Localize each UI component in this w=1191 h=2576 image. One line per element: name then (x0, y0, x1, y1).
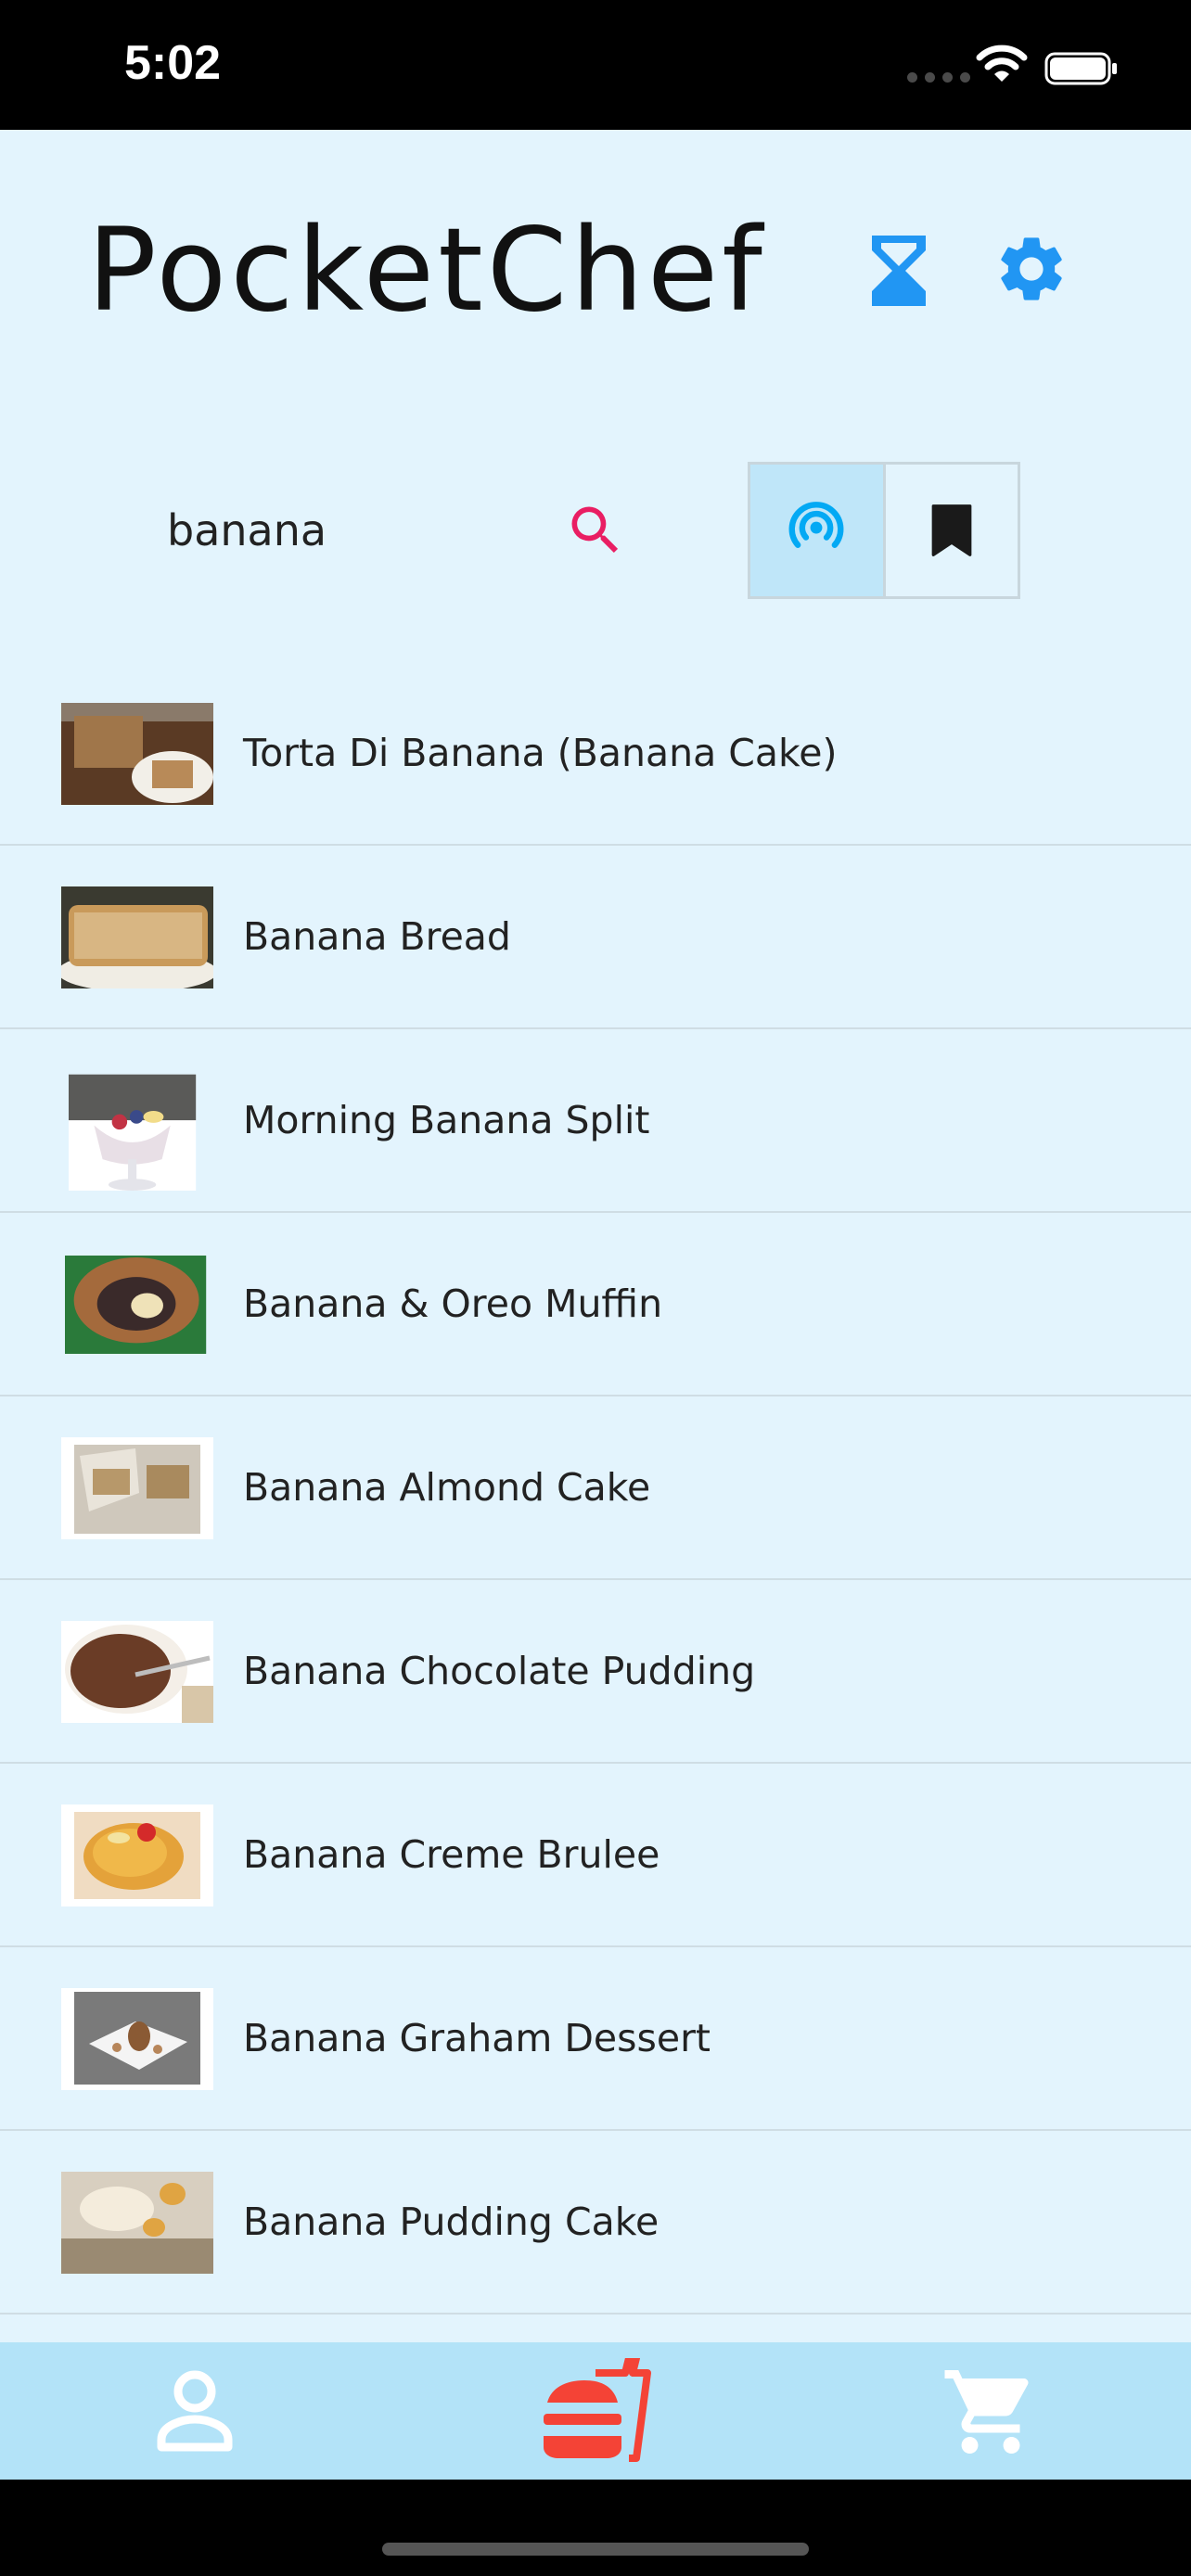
list-item[interactable]: Banana Almond Cake (0, 1396, 1191, 1580)
list-item[interactable]: Banana Graham Dessert (0, 1947, 1191, 2131)
recipe-name: Torta Di Banana (Banana Cake) (243, 731, 838, 775)
gear-icon[interactable] (992, 230, 1070, 308)
bottom-navigation-bar (0, 2342, 1191, 2480)
recipe-name: Morning Banana Split (243, 1098, 650, 1142)
person-icon (157, 2370, 233, 2452)
bookmark-icon (931, 504, 972, 556)
recipe-name: Banana Pudding Cake (243, 2200, 660, 2244)
home-indicator-area (0, 2480, 1191, 2576)
cellular-signal-icon (907, 72, 970, 83)
list-item[interactable]: Banana Pudding Cake (0, 2131, 1191, 2315)
battery-icon (1044, 52, 1117, 85)
recipe-thumbnail (61, 1988, 213, 2090)
recipe-thumbnail (61, 886, 213, 988)
recipe-thumbnail (61, 1437, 213, 1539)
list-item[interactable]: Torta Di Banana (Banana Cake) (0, 662, 1191, 846)
list-item[interactable]: Banana Chocolate Pudding (0, 1580, 1191, 1764)
source-toggle-group (748, 462, 1020, 599)
list-item[interactable]: Banana Creme Brulee (0, 1764, 1191, 1947)
recipe-name: Banana Graham Dessert (243, 2016, 711, 2060)
recipe-name: Banana Creme Brulee (243, 1832, 660, 1877)
nav-cart[interactable] (926, 2361, 1056, 2463)
fastfood-icon (544, 2358, 651, 2462)
nav-profile[interactable] (130, 2361, 260, 2463)
wifi-icon (976, 45, 1028, 82)
status-time: 5:02 (124, 36, 222, 90)
status-bar: 5:02 (0, 0, 1191, 130)
recipe-thumbnail (61, 703, 213, 805)
hourglass-icon[interactable] (866, 232, 931, 310)
home-indicator[interactable] (382, 2543, 809, 2556)
list-item[interactable]: Banana & Oreo Muffin (0, 1213, 1191, 1396)
app-title: PocketChef (87, 204, 766, 338)
app-screen: 5:02 PocketChef banana Torta Di Banana (… (0, 0, 1191, 2576)
online-toggle-button[interactable] (750, 465, 886, 596)
recipe-thumbnail (65, 1256, 207, 1354)
recipe-thumbnail (61, 1621, 213, 1723)
recipe-name: Banana Chocolate Pudding (243, 1649, 756, 1693)
nav-recipes[interactable] (531, 2358, 660, 2463)
cart-icon (944, 2370, 1029, 2454)
bookmarks-toggle-button[interactable] (886, 465, 1018, 596)
recipe-name: Banana Bread (243, 914, 511, 959)
list-item[interactable]: Banana Bread (0, 846, 1191, 1029)
recipe-name: Banana Almond Cake (243, 1465, 651, 1510)
broadcast-icon (788, 502, 844, 548)
list-item[interactable]: Morning Banana Split (0, 1029, 1191, 1213)
recipe-thumbnail (69, 1074, 197, 1191)
recipe-thumbnail (61, 2172, 213, 2274)
search-icon[interactable] (564, 499, 627, 562)
recipe-name: Banana & Oreo Muffin (243, 1282, 663, 1326)
recipe-list: Torta Di Banana (Banana Cake) Banana Bre… (0, 662, 1191, 2315)
recipe-thumbnail (61, 1804, 213, 1906)
search-input[interactable] (167, 496, 538, 565)
